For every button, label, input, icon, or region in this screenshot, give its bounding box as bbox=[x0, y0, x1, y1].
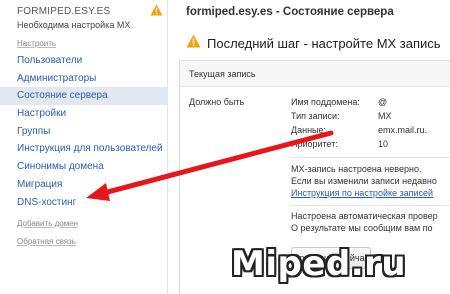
feedback-link[interactable]: Обратная связь bbox=[17, 237, 76, 246]
record-value: @ bbox=[378, 97, 388, 107]
divider bbox=[291, 205, 450, 206]
instruction-link[interactable]: Инструкция по настройке записей bbox=[291, 188, 433, 198]
sidebar-item-settings[interactable]: Настройки bbox=[0, 105, 168, 123]
changed-recently-text: Если вы изменили записи недавно bbox=[291, 176, 437, 186]
record-value: emx.mail.ru. bbox=[378, 125, 428, 135]
record-label: Тип записи: bbox=[291, 111, 340, 121]
sidebar-item-dns-hosting[interactable]: DNS-хостинг bbox=[0, 194, 168, 212]
add-domain-link[interactable]: Добавить домен bbox=[17, 219, 78, 228]
sidebar: FORMIPED.ESY.ES Необходима настройка MX … bbox=[0, 0, 168, 294]
record-value: 10 bbox=[378, 139, 389, 149]
page-title: formiped.esy.es - Состояние сервера bbox=[186, 6, 394, 18]
sidebar-item-server-status[interactable]: Состояние сервера bbox=[0, 87, 168, 106]
result-notify-text: О результате мы сообщим вам по bbox=[291, 223, 433, 233]
sidebar-nav: Пользователи Администраторы Состояние се… bbox=[0, 52, 168, 211]
record-label: Имя поддомена: bbox=[291, 97, 360, 107]
auto-check-text: Настроена автоматическая провер bbox=[291, 211, 438, 221]
alert-text: Последний шаг - настройте MX запись bbox=[207, 35, 441, 51]
sidebar-item-domain-aliases[interactable]: Синонимы домена bbox=[0, 158, 168, 176]
domain-status: Необходима настройка MX bbox=[17, 20, 131, 30]
sidebar-item-users[interactable]: Пользователи bbox=[0, 52, 168, 70]
mx-wrong-text: MX-запись настроена неверно. bbox=[291, 164, 422, 174]
domain-block: FORMIPED.ESY.ES Необходима настройка MX … bbox=[0, 0, 168, 48]
sidebar-item-migration[interactable]: Миграция bbox=[0, 176, 168, 194]
setup-link[interactable]: Настроить bbox=[17, 39, 56, 48]
divider bbox=[291, 157, 450, 158]
sidebar-item-groups[interactable]: Группы bbox=[0, 123, 168, 141]
current-record-header: Текущая запись bbox=[180, 61, 450, 87]
domain-name[interactable]: FORMIPED.ESY.ES bbox=[17, 6, 110, 17]
alert-row: Последний шаг - настройте MX запись bbox=[186, 34, 441, 52]
warning-icon bbox=[150, 3, 163, 21]
record-label: Приоритет: bbox=[291, 139, 338, 149]
should-be-label: Должно быть bbox=[189, 97, 245, 107]
record-value: MX bbox=[378, 111, 392, 121]
site-watermark: Miped.ru bbox=[231, 244, 407, 284]
sidebar-item-user-guide[interactable]: Инструкция для пользователей bbox=[0, 140, 168, 158]
sidebar-item-admins[interactable]: Администраторы bbox=[0, 70, 168, 88]
record-label: Данные: bbox=[291, 125, 327, 135]
warning-icon bbox=[186, 34, 201, 53]
